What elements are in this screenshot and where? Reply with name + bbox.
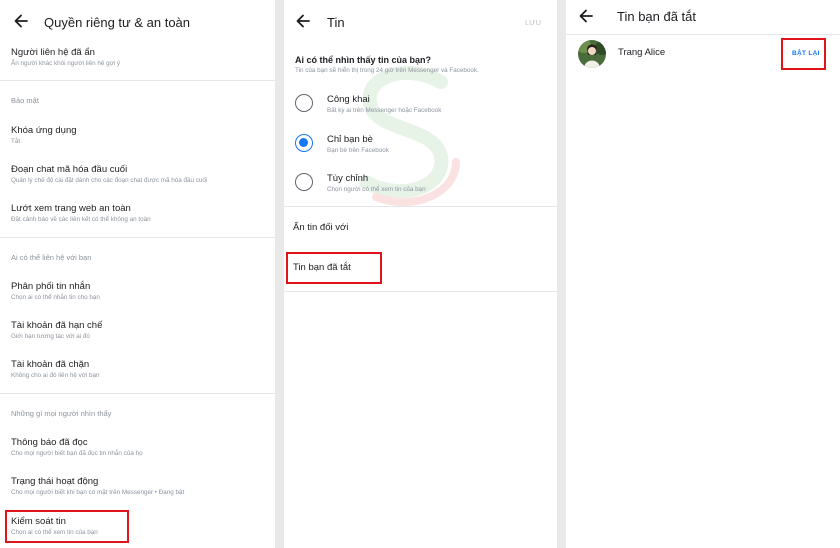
section-header-security: Bảo mật <box>11 96 39 105</box>
page-title: Tin <box>327 15 345 30</box>
settings-item-label: Phân phối tin nhắn <box>11 281 91 292</box>
settings-item-desc: Đặt cảnh báo về các liên kết có thể khôn… <box>11 216 151 223</box>
settings-item-desc: Không cho ai đó liên hệ với bạn <box>11 372 100 379</box>
divider <box>0 393 275 394</box>
divider <box>566 34 840 35</box>
divider <box>0 237 275 238</box>
settings-item-app-lock[interactable]: Khóa ứng dụng Tắt <box>0 118 275 152</box>
settings-item-safe-browsing[interactable]: Lướt xem trang web an toàn Đặt cảnh báo … <box>0 196 275 230</box>
settings-item-message-delivery[interactable]: Phân phối tin nhắn Chọn ai có thể nhắn t… <box>0 274 275 308</box>
settings-item-desc: Cho mọi người biết bạn đã đọc tin nhắn c… <box>11 450 143 457</box>
privacy-header: Quyền riêng tư & an toàn <box>0 0 275 40</box>
settings-item-desc: Cho mọi người biết khi bạn có mặt trên M… <box>11 489 185 496</box>
section-header-visibility: Những gì mọi người nhìn thấy <box>11 409 112 418</box>
settings-item-label: Người liên hệ đã ẩn <box>11 47 95 58</box>
highlight-box <box>781 38 826 70</box>
highlight-box <box>286 252 382 284</box>
settings-item-label: Lướt xem trang web an toàn <box>11 203 131 214</box>
settings-item-read-receipts[interactable]: Thông báo đã đọc Cho mọi người biết bạn … <box>0 430 275 464</box>
option-label: Công khai <box>327 94 370 105</box>
audience-option-friends[interactable]: Chỉ bạn bè Bạn bè trên Facebook <box>284 128 557 164</box>
divider <box>0 80 275 81</box>
audience-question: Ai có thể nhìn thấy tin của bạn? <box>295 55 432 65</box>
hide-story-from-item[interactable]: Ẩn tin đối với <box>284 210 557 244</box>
settings-item-label: Thông báo đã đọc <box>11 437 88 448</box>
settings-item-hidden-contacts[interactable]: Người liên hệ đã ẩn Ẩn người khác khỏi n… <box>0 40 275 78</box>
settings-item-desc: Giới hạn tương tác với ai đó <box>11 333 90 340</box>
radio-button[interactable] <box>295 94 313 112</box>
option-desc: Chọn người có thể xem tin của bạn <box>327 186 426 193</box>
settings-item-label: Trạng thái hoạt động <box>11 476 99 487</box>
page-title: Tin bạn đã tắt <box>617 9 697 24</box>
settings-item-e2e-chats[interactable]: Đoạn chat mã hóa đầu cuối Quản lý chế độ… <box>0 157 275 191</box>
privacy-settings-panel: Quyền riêng tư & an toàn Người liên hệ đ… <box>0 0 275 548</box>
highlight-box <box>5 510 129 543</box>
save-button[interactable]: LƯU <box>525 18 541 27</box>
muted-stories-panel: Tin bạn đã tắt Trang Alice BẬT LẠI <box>566 0 840 548</box>
back-arrow-icon[interactable] <box>294 12 312 30</box>
settings-item-label: Tài khoản đã chặn <box>11 359 90 370</box>
story-header: Tin LƯU <box>284 0 557 40</box>
contact-name: Trang Alice <box>618 47 666 58</box>
divider <box>284 291 557 292</box>
settings-item-desc: Quản lý chế độ cài đặt dành cho các đoạn… <box>11 177 208 184</box>
settings-item-desc: Tắt <box>11 138 21 145</box>
settings-item-desc: Chọn ai có thể nhắn tin cho bạn <box>11 294 100 301</box>
option-desc: Bất kỳ ai trên Messenger hoặc Facebook <box>327 107 442 114</box>
option-desc: Bạn bè trên Facebook <box>327 147 389 154</box>
back-arrow-icon[interactable] <box>577 7 595 25</box>
avatar[interactable] <box>578 40 606 68</box>
section-header-contact: Ai có thể liên hệ với bạn <box>11 253 92 262</box>
option-label: Chỉ bạn bè <box>327 134 373 145</box>
settings-item-desc: Ẩn người khác khỏi người liên hệ gợi ý <box>11 60 121 67</box>
settings-item-active-status[interactable]: Trạng thái hoạt động Cho mọi người biết … <box>0 469 275 503</box>
option-label: Tùy chỉnh <box>327 173 369 184</box>
divider <box>284 206 557 207</box>
audience-option-custom[interactable]: Tùy chỉnh Chọn người có thể xem tin của … <box>284 167 557 203</box>
audience-option-public[interactable]: Công khai Bất kỳ ai trên Messenger hoặc … <box>284 88 557 124</box>
settings-item-label: Đoạn chat mã hóa đầu cuối <box>11 164 128 175</box>
settings-item-restricted-accounts[interactable]: Tài khoản đã hạn chế Giới hạn tương tác … <box>0 313 275 347</box>
radio-button[interactable] <box>295 173 313 191</box>
settings-item-label: Khóa ứng dụng <box>11 125 77 136</box>
radio-button-selected[interactable] <box>295 134 313 152</box>
hide-story-from-label: Ẩn tin đối với <box>293 222 349 233</box>
back-arrow-icon[interactable] <box>12 12 30 30</box>
audience-question-desc: Tin của bạn sẽ hiển thị trong 24 giờ trê… <box>295 67 479 74</box>
settings-item-label: Tài khoản đã hạn chế <box>11 320 103 331</box>
settings-item-blocked-accounts[interactable]: Tài khoản đã chặn Không cho ai đó liên h… <box>0 352 275 386</box>
page-title: Quyền riêng tư & an toàn <box>44 15 191 30</box>
story-settings-panel: Tin LƯU Ai có thể nhìn thấy tin của bạn?… <box>284 0 557 548</box>
